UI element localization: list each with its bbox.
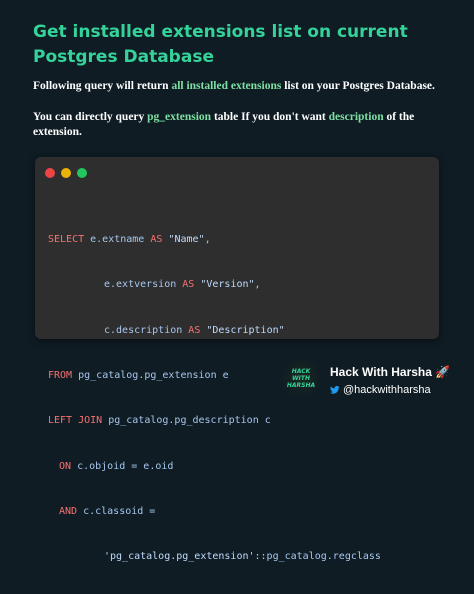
code-keyword: AS <box>188 324 201 336</box>
code-text: c.description <box>104 324 189 336</box>
code-text: e.extversion <box>104 279 183 291</box>
close-dot <box>45 168 55 178</box>
code-text: pg_catalog.pg_extension e <box>72 370 229 382</box>
code-text: c.objoid = e.oid <box>71 460 174 472</box>
brand-name: Hack With Harsha 🚀 <box>330 365 451 379</box>
code-keyword: LEFT JOIN <box>48 415 103 427</box>
twitter-handle[interactable]: @hackwithharsha <box>330 384 431 396</box>
logo-text: HARSHA <box>286 381 316 389</box>
code-line: 'pg_catalog.pg_extension'::pg_catalog.re… <box>48 549 381 564</box>
code-line: e.extversion AS "Version", <box>48 277 381 292</box>
code-keyword: AND <box>59 505 78 517</box>
note-highlight-description: description <box>328 111 384 123</box>
code-keyword: ON <box>59 460 72 472</box>
note-text-middle: table If you don't want <box>211 111 329 123</box>
intro-text: Following query will return <box>33 80 172 92</box>
minimize-dot <box>61 168 71 178</box>
handle-text: @hackwithharsha <box>343 384 431 396</box>
page-title: Get installed extensions list on current… <box>33 22 408 67</box>
code-text: c.classoid = <box>77 505 156 517</box>
code-line: c.description AS "Description" <box>48 323 381 338</box>
code-string: "Description" <box>200 324 285 336</box>
logo-text: HACK <box>291 367 311 375</box>
code-keyword: SELECT <box>48 234 85 246</box>
code-keyword: FROM <box>48 370 73 382</box>
code-keyword: AS <box>150 234 163 246</box>
intro-paragraph: Following query will return all installe… <box>33 79 453 94</box>
code-text: pg_catalog.pg_description c <box>102 415 271 427</box>
code-line: LEFT JOIN pg_catalog.pg_description c <box>48 413 381 428</box>
hack-with-harsha-logo: HACK WITH HARSHA <box>282 355 320 401</box>
window-controls <box>45 168 87 178</box>
code-text: , <box>254 279 261 291</box>
code-keyword: AS <box>182 279 195 291</box>
code-line: SELECT e.extname AS "Name", <box>48 232 381 247</box>
note-highlight-table: pg_extension <box>147 111 212 123</box>
code-line: ON c.objoid = e.oid <box>48 459 381 474</box>
note-text: You can directly query <box>33 111 148 123</box>
code-string: "Version" <box>194 279 255 291</box>
code-window: SELECT e.extname AS "Name", e.extversion… <box>35 157 439 562</box>
code-string: 'pg_catalog.pg_extension' <box>104 551 255 563</box>
sql-code-block: SELECT e.extname AS "Name", e.extversion… <box>48 202 381 594</box>
intro-highlight: all installed extensions <box>171 80 282 92</box>
code-text: e.extname <box>84 234 151 246</box>
code-text: ::pg_catalog.regclass <box>254 551 381 563</box>
twitter-icon <box>330 385 340 394</box>
code-text: , <box>204 234 211 246</box>
intro-text-end: list on your Postgres Database. <box>281 80 435 92</box>
code-line: AND c.classoid = <box>48 504 381 519</box>
code-string: "Name" <box>162 234 205 246</box>
maximize-dot <box>77 168 87 178</box>
logo-text: WITH <box>292 374 310 382</box>
note-paragraph: You can directly query pg_extension tabl… <box>33 110 453 140</box>
